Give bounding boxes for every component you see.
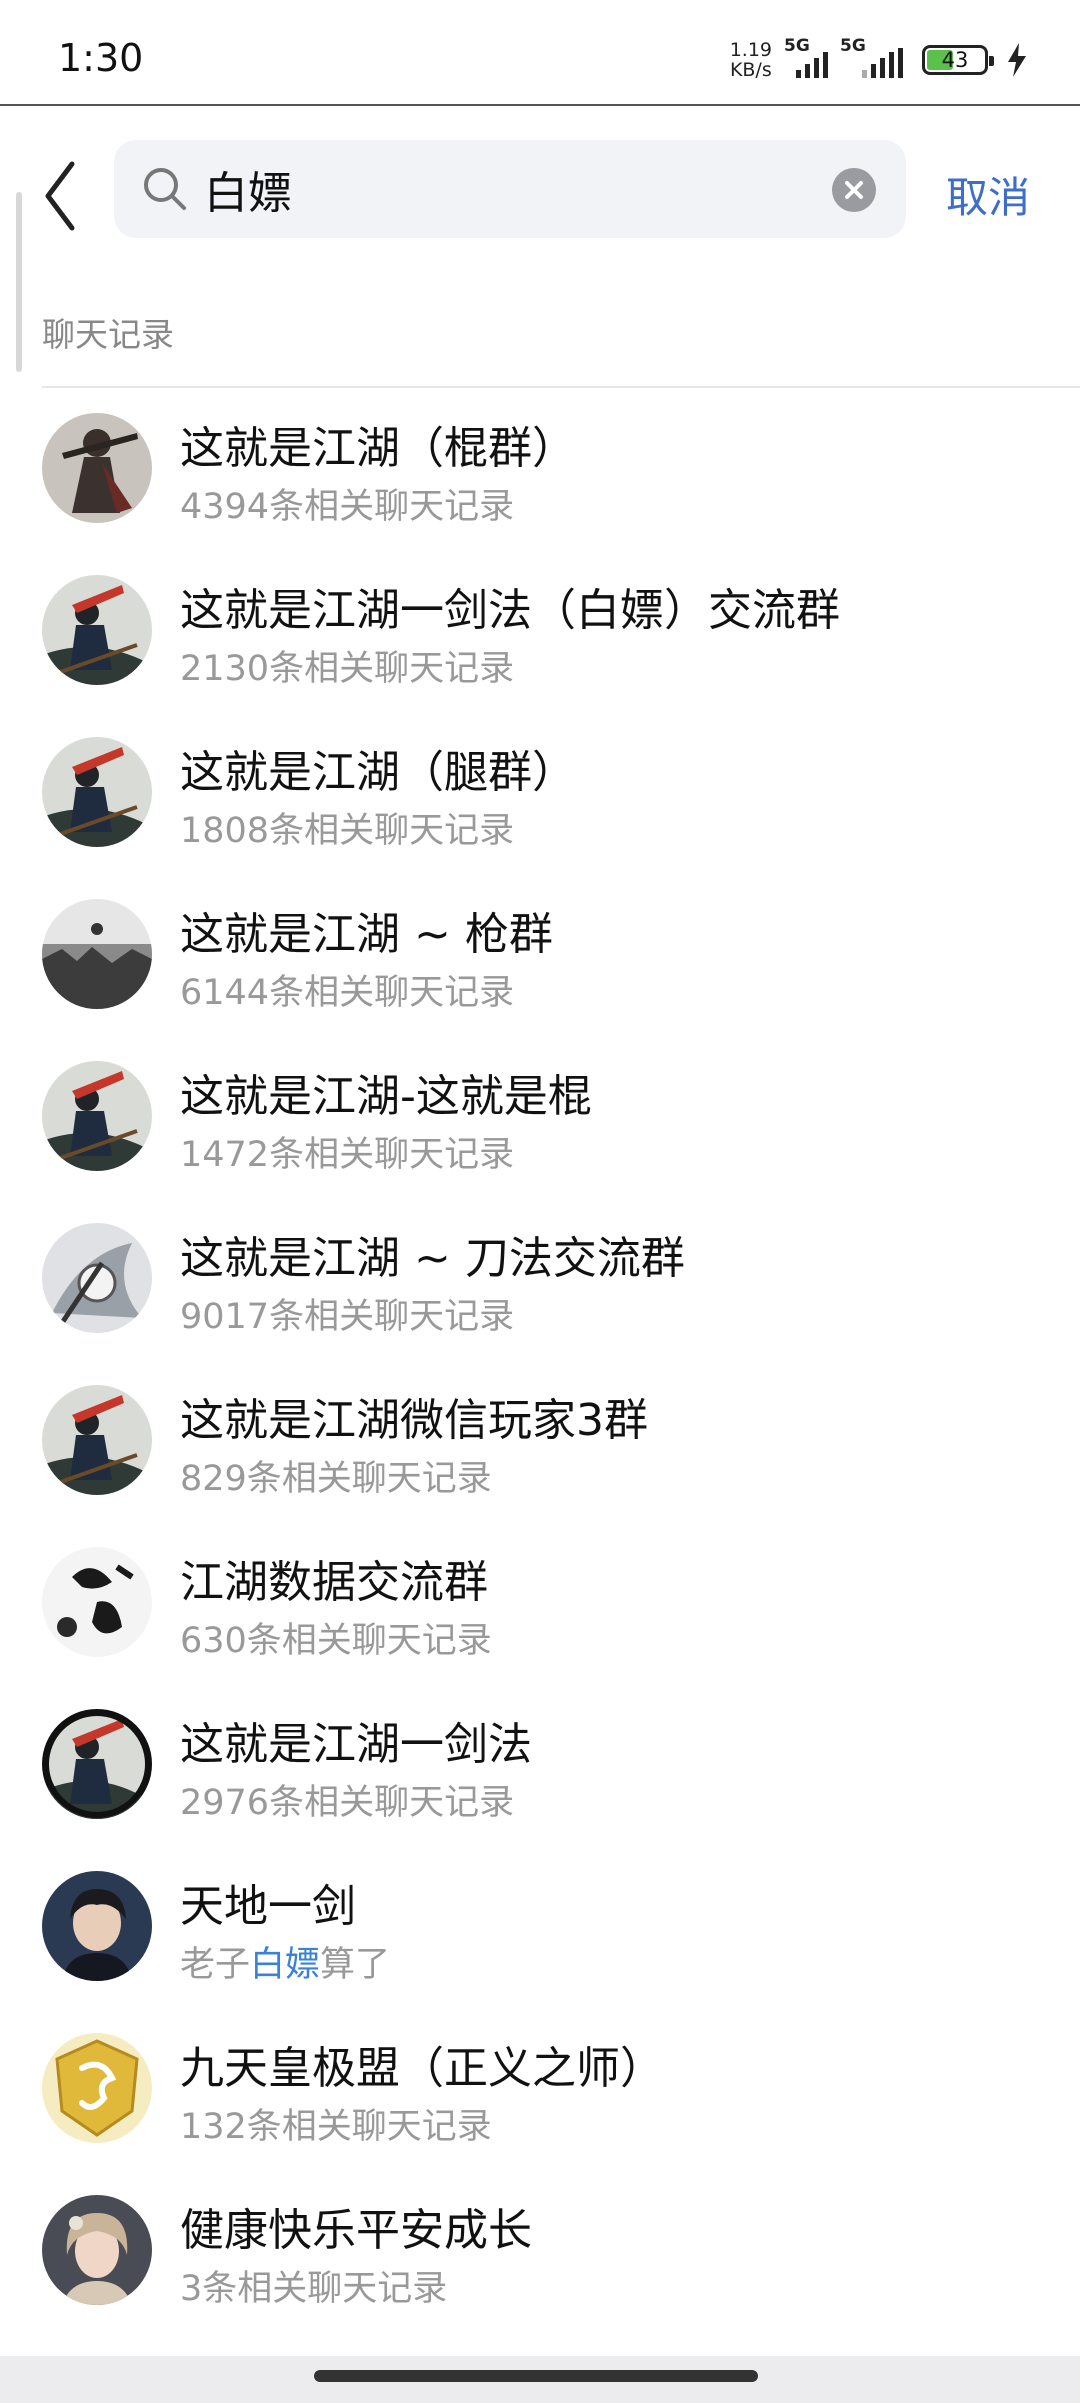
result-title: 这就是江湖一剑法（白嫖）交流群 [180, 585, 840, 636]
network-speed: 1.19 KB/s [730, 40, 772, 80]
chat-history-results: 这就是江湖（棍群） 4394条相关聊天记录 这就是江湖一剑法（白嫖）交流群 21… [0, 400, 1080, 2344]
status-time: 1:30 [58, 36, 144, 80]
signal-1-icon: 5G [784, 36, 828, 78]
result-subtitle: 3条相关聊天记录 [180, 2269, 448, 2309]
result-title: 这就是江湖（腿群） [180, 747, 576, 798]
result-subtitle: 9017条相关聊天记录 [180, 1297, 515, 1337]
result-subtitle: 132条相关聊天记录 [180, 2107, 492, 2147]
result-title: 天地一剑 [180, 1881, 356, 1932]
avatar [42, 575, 152, 685]
result-subtitle: 630条相关聊天记录 [180, 1621, 492, 1661]
magnifier-icon [144, 168, 186, 210]
clear-search-button[interactable] [832, 168, 876, 212]
result-subtitle: 老子白嫖算了 [180, 1945, 391, 1985]
status-bar: 1:30 1.19 KB/s 5G 5G 43 [0, 0, 1080, 106]
search-input[interactable] [204, 154, 824, 224]
battery-icon: 43 [922, 45, 994, 75]
result-subtitle: 2130条相关聊天记录 [180, 649, 515, 689]
network-speed-unit: KB/s [729, 59, 772, 81]
divider [42, 386, 1080, 388]
avatar [42, 413, 152, 523]
search-match-highlight: 白嫖 [250, 1945, 321, 1985]
result-item[interactable]: 天地一剑 老子白嫖算了 [0, 1858, 1080, 2020]
signal-1-label: 5G [784, 36, 810, 56]
result-item[interactable]: 这就是江湖一剑法 2976条相关聊天记录 [0, 1696, 1080, 1858]
signal-2-icon: 5G [840, 36, 910, 78]
result-item[interactable]: 九天皇极盟（正义之师） 132条相关聊天记录 [0, 2020, 1080, 2182]
search-header: 取消 [0, 106, 1080, 276]
result-subtitle: 6144条相关聊天记录 [180, 973, 515, 1013]
charging-bolt-icon [1008, 43, 1026, 77]
avatar [42, 737, 152, 847]
result-item[interactable]: 这就是江湖 ~ 刀法交流群 9017条相关聊天记录 [0, 1210, 1080, 1372]
result-item[interactable]: 江湖数据交流群 630条相关聊天记录 [0, 1534, 1080, 1696]
home-indicator[interactable] [314, 2370, 758, 2382]
gesture-bar [0, 2356, 1080, 2403]
chevron-left-icon [45, 161, 75, 231]
signal-2-label: 5G [840, 36, 866, 56]
avatar [42, 1709, 152, 1819]
avatar [42, 899, 152, 1009]
result-title: 健康快乐平安成长 [180, 2205, 532, 2256]
result-item[interactable]: 这就是江湖微信玩家3群 829条相关聊天记录 [0, 1372, 1080, 1534]
result-subtitle: 1472条相关聊天记录 [180, 1135, 515, 1175]
result-title: 这就是江湖（棍群） [180, 423, 576, 474]
network-speed-value: 1.19 [729, 39, 772, 61]
scroll-indicator [16, 192, 22, 372]
result-title: 九天皇极盟（正义之师） [180, 2043, 664, 2094]
result-item[interactable]: 这就是江湖 ~ 枪群 6144条相关聊天记录 [0, 886, 1080, 1048]
result-title: 这就是江湖一剑法 [180, 1719, 532, 1770]
clear-circle-icon [845, 181, 863, 199]
avatar [42, 2195, 152, 2305]
result-title: 江湖数据交流群 [180, 1557, 488, 1608]
result-item[interactable]: 这就是江湖一剑法（白嫖）交流群 2130条相关聊天记录 [0, 562, 1080, 724]
result-title: 这就是江湖 ~ 刀法交流群 [180, 1233, 685, 1284]
cancel-button[interactable]: 取消 [946, 164, 1030, 225]
result-subtitle: 1808条相关聊天记录 [180, 811, 515, 851]
avatar [42, 2033, 152, 2143]
avatar [42, 1385, 152, 1495]
battery-level: 43 [941, 48, 969, 72]
result-subtitle: 2976条相关聊天记录 [180, 1783, 515, 1823]
avatar [42, 1871, 152, 1981]
status-indicators: 1.19 KB/s 5G 5G 43 [730, 36, 1028, 80]
avatar [42, 1061, 152, 1171]
result-subtitle: 4394条相关聊天记录 [180, 487, 515, 527]
avatar [42, 1547, 152, 1657]
result-item[interactable]: 这就是江湖-这就是棍 1472条相关聊天记录 [0, 1048, 1080, 1210]
section-title: 聊天记录 [42, 315, 174, 354]
search-box[interactable] [114, 140, 906, 238]
result-title: 这就是江湖微信玩家3群 [180, 1395, 648, 1446]
back-button[interactable] [40, 156, 84, 236]
result-item[interactable]: 这就是江湖（棍群） 4394条相关聊天记录 [0, 400, 1080, 562]
avatar [42, 1223, 152, 1333]
result-title: 这就是江湖 ~ 枪群 [180, 909, 553, 960]
result-title: 这就是江湖-这就是棍 [180, 1071, 592, 1122]
result-subtitle: 829条相关聊天记录 [180, 1459, 492, 1499]
result-item[interactable]: 这就是江湖（腿群） 1808条相关聊天记录 [0, 724, 1080, 886]
result-item[interactable]: 健康快乐平安成长 3条相关聊天记录 [0, 2182, 1080, 2344]
